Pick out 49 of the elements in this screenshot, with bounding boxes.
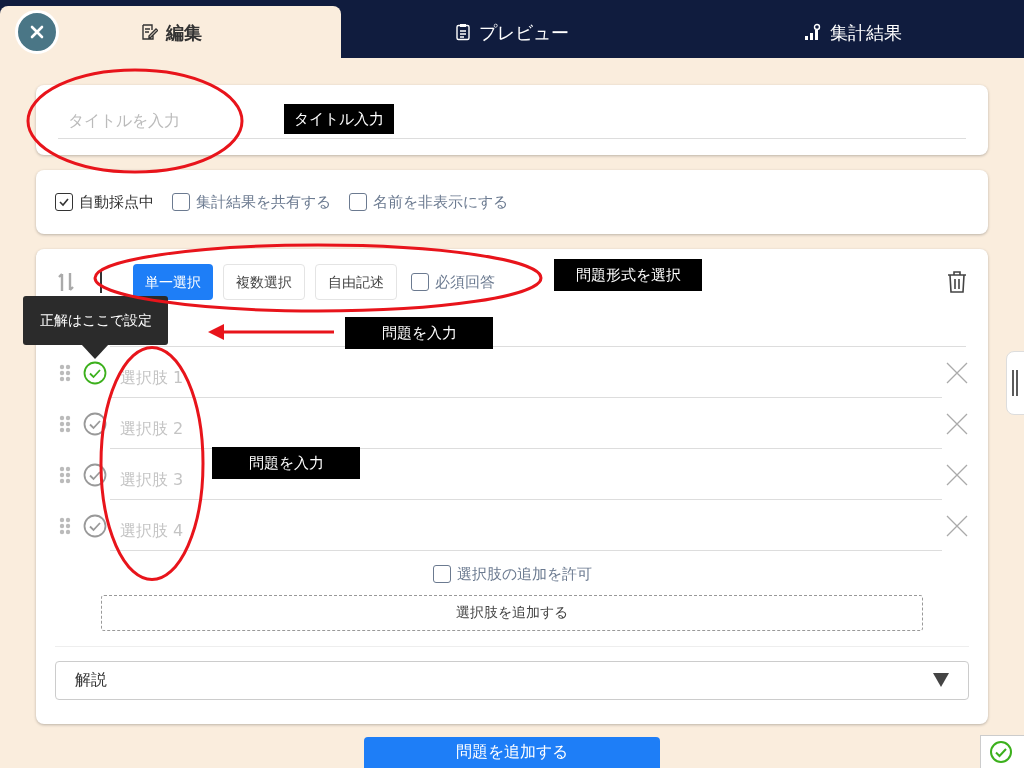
check-circle-icon[interactable] (83, 360, 107, 385)
tab[interactable]: 集計結果 (682, 6, 1024, 58)
explanation-select[interactable]: 解説 (55, 660, 969, 700)
checkbox[interactable] (349, 193, 367, 211)
remove-icon[interactable] (946, 361, 968, 384)
checkbox[interactable] (411, 273, 429, 291)
side-panel-handle[interactable] (1006, 351, 1024, 415)
annotation-label: 問題形式を選択 (554, 259, 702, 291)
checkbox[interactable] (432, 565, 451, 584)
drag-handle-icon[interactable] (59, 363, 71, 382)
drag-handle-icon[interactable] (59, 414, 71, 433)
handle-icon (1011, 370, 1019, 396)
dropdown-triangle-icon (933, 673, 949, 687)
edit-icon (139, 23, 158, 41)
sort-icon[interactable] (57, 271, 75, 293)
type-button[interactable]: 自由記述 (315, 264, 397, 300)
add-choice-button[interactable]: 選択肢を追加する (101, 594, 923, 631)
annotation-label: タイトル入力 (284, 104, 394, 134)
choice-input[interactable]: 選択肢 4 (110, 500, 942, 551)
check-circle-icon (989, 740, 1013, 764)
option-label: 集計結果を共有する (196, 191, 331, 213)
check-circle-icon[interactable] (83, 462, 107, 487)
text-cursor (100, 271, 102, 293)
type-button[interactable]: 複数選択 (223, 264, 305, 300)
option-label: 自動採点中 (79, 191, 154, 213)
trash-icon[interactable] (947, 270, 967, 294)
bar-chart-icon (804, 23, 823, 41)
annotation-label: 問題を入力 (212, 447, 360, 479)
remove-icon[interactable] (946, 463, 968, 486)
allow-add-label: 選択肢の追加を許可 (456, 564, 592, 585)
tab[interactable]: 編集 (0, 6, 342, 58)
checkbox[interactable] (172, 193, 190, 211)
required-label: 必須回答 (435, 271, 495, 293)
checkmark-icon (58, 196, 70, 208)
type-button[interactable]: 単一選択 (133, 264, 213, 300)
clipboard-icon (455, 23, 471, 41)
remove-icon[interactable] (946, 514, 968, 537)
drag-handle-icon[interactable] (59, 465, 71, 484)
check-circle-icon[interactable] (83, 513, 107, 538)
annotation-label: 問題を入力 (345, 317, 493, 349)
option-label: 名前を非表示にする (373, 191, 508, 213)
checkbox[interactable] (55, 193, 73, 211)
tab[interactable]: プレビュー (341, 6, 683, 58)
check-circle-icon[interactable] (83, 411, 107, 436)
remove-icon[interactable] (946, 412, 968, 435)
tooltip-pointer (81, 344, 109, 359)
close-icon (30, 25, 44, 39)
drag-handle-icon[interactable] (59, 516, 71, 535)
add-question-button[interactable]: 問題を追加する (364, 737, 660, 768)
